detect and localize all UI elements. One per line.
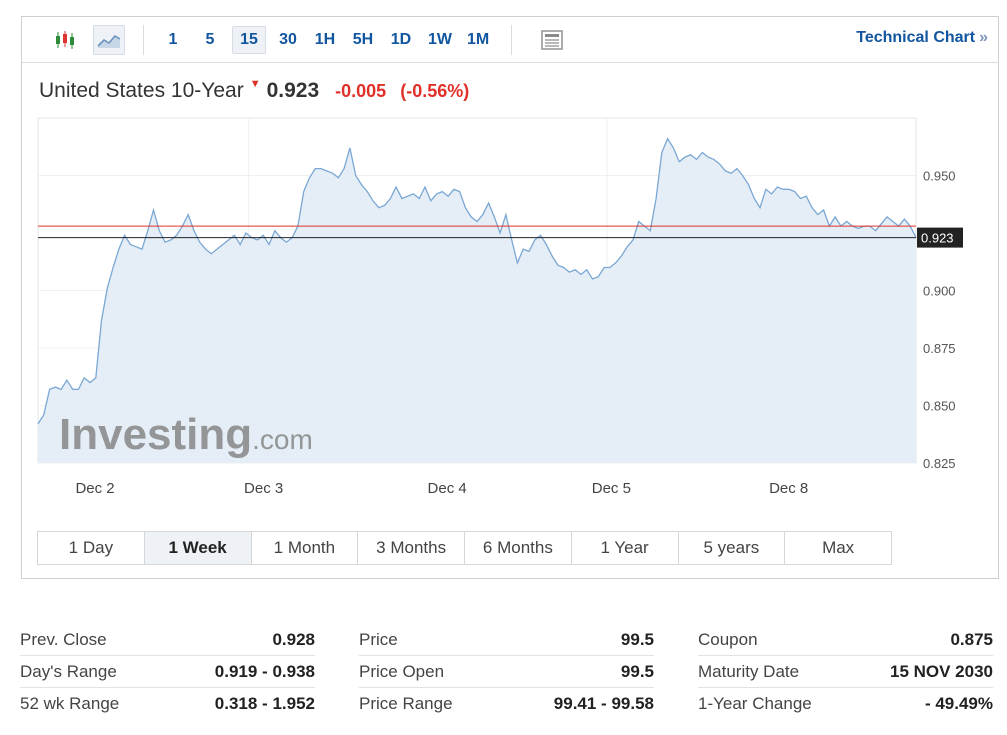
stat-label: Coupon [698, 629, 758, 649]
stat-value: 0.919 - 0.938 [214, 661, 315, 681]
stat-label: Price Open [359, 661, 445, 681]
stat-row: Maturity Date 15 NOV 2030 [698, 656, 993, 688]
stat-label: Price [359, 629, 398, 649]
y-tick-label: 0.950 [923, 169, 956, 184]
stat-row: Price Range 99.41 - 99.58 [359, 688, 654, 720]
stats-column: Price 99.5 Price Open 99.5 Price Range 99.41 … [359, 624, 654, 720]
x-tick-label: Dec 8 [769, 480, 808, 497]
period-1-year[interactable]: 1 Year [572, 532, 679, 564]
stat-row: Day's Range 0.919 - 0.938 [20, 656, 315, 688]
stat-label: Maturity Date [698, 661, 800, 681]
stat-label: Day's Range [20, 661, 117, 681]
y-tick-label: 0.875 [923, 341, 956, 356]
y-tick-label: 0.900 [923, 284, 956, 299]
period-3-months[interactable]: 3 Months [358, 532, 465, 564]
stat-label: 1-Year Change [698, 694, 812, 713]
period-1-month[interactable]: 1 Month [252, 532, 359, 564]
chart-widget: 1 5 15 30 1H 5H 1D 1W 1M Technical Chart» United… [21, 16, 999, 579]
stat-value: 99.5 [620, 661, 654, 681]
y-tick-label: 0.825 [923, 456, 956, 471]
stat-row: Coupon 0.875 [698, 624, 993, 656]
stats-column: Prev. Close 0.928 Day's Range 0.919 - 0.938… [20, 624, 315, 720]
stat-row: Price 99.5 [359, 624, 654, 656]
current-price-label: 0.923 [921, 231, 954, 246]
period-5-years[interactable]: 5 years [679, 532, 786, 564]
stat-label: 52 wk Range [20, 694, 120, 713]
period-max[interactable]: Max [785, 532, 891, 564]
stat-value: 99.41 - 99.58 [553, 694, 654, 713]
stat-row: Prev. Close 0.928 [20, 624, 315, 656]
y-tick-label: 0.850 [923, 399, 956, 414]
stats-column: Coupon 0.875 Maturity Date 15 NOV 2030 1-Yea… [698, 624, 993, 720]
period-1-week[interactable]: 1 Week [144, 532, 252, 564]
stat-row: 52 wk Range 0.318 - 1.952 [20, 688, 315, 720]
x-tick-label: Dec 3 [244, 480, 283, 497]
period-1-day[interactable]: 1 Day [38, 532, 145, 564]
x-tick-label: Dec 2 [75, 480, 114, 497]
period-6-months[interactable]: 6 Months [465, 532, 572, 564]
stat-value: 15 NOV 2030 [889, 661, 993, 681]
stat-value: - 49.49% [924, 694, 993, 713]
stat-row: Price Open 99.5 [359, 656, 654, 688]
stat-value: 0.318 - 1.952 [214, 694, 315, 713]
stat-value: 99.5 [620, 629, 654, 649]
period-selector: 1 Day 1 Week 1 Month 3 Months 6 Months 1 Year… [37, 531, 892, 565]
x-tick-label: Dec 5 [592, 480, 631, 497]
x-tick-label: Dec 4 [428, 480, 467, 497]
stat-label: Price Range [359, 694, 453, 713]
stat-value: 0.928 [272, 629, 315, 649]
stat-label: Prev. Close [20, 629, 107, 649]
price-chart[interactable]: Investing.com0.8250.8500.8750.9000.9500.… [22, 17, 998, 522]
stat-row: 1-Year Change - 49.49% [698, 688, 993, 720]
stat-value: 0.875 [950, 629, 993, 649]
